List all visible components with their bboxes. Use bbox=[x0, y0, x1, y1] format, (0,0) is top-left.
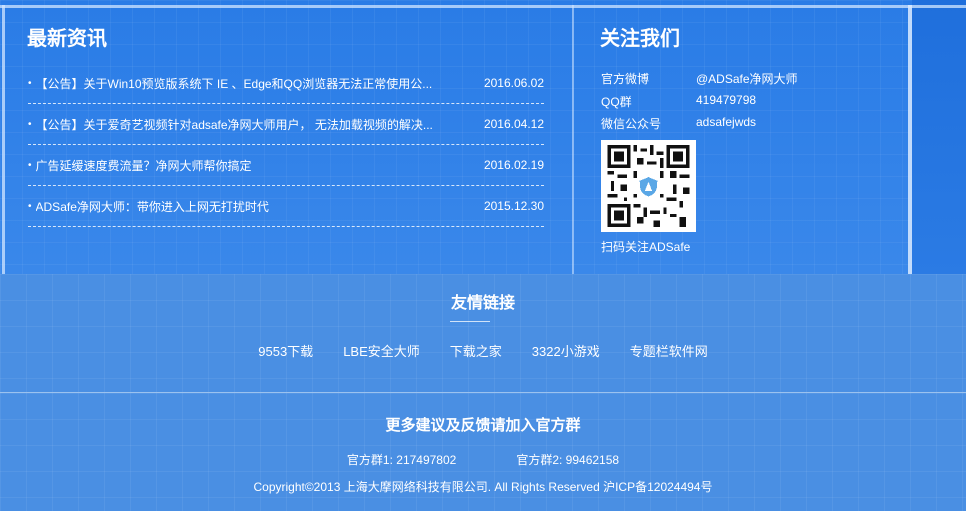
news-item[interactable]: • 【公告】关于Win10预览版系统下 IE 、Edge和QQ浏览器无法正常使用公… bbox=[28, 63, 544, 104]
friend-links-section: 友情链接 9553下载 LBE安全大师 下载之家 3322小游戏 专题栏软件网 bbox=[0, 274, 966, 392]
bullet-icon: • bbox=[28, 77, 32, 89]
friend-links-list: 9553下载 LBE安全大师 下载之家 3322小游戏 专题栏软件网 bbox=[0, 341, 966, 360]
news-item[interactable]: • ADSafe净网大师：带你进入上网无打扰时代 2015.12.30 bbox=[28, 186, 544, 227]
official-groups: 官方群1: 217497802 官方群2: 99462158 bbox=[0, 451, 966, 468]
weibo-label: 官方微博 bbox=[601, 72, 650, 86]
weibo-value[interactable]: @ADSafe净网大师 bbox=[696, 70, 798, 93]
friend-link[interactable]: 3322小游戏 bbox=[532, 341, 600, 360]
qr-code-image bbox=[601, 140, 696, 232]
friend-link[interactable]: LBE安全大师 bbox=[343, 341, 420, 360]
frame-top-line bbox=[0, 5, 966, 8]
news-item-date: 2016.04.12 bbox=[483, 117, 544, 131]
official-group-1: 官方群1: 217497802 bbox=[346, 453, 457, 467]
title-underline bbox=[450, 321, 490, 322]
frame-left-line bbox=[2, 5, 5, 274]
news-section-title: 最新资讯 bbox=[27, 28, 107, 50]
friend-link[interactable]: 下载之家 bbox=[450, 341, 502, 360]
contact-info: 官方微博 @ADSafe净网大师 QQ群 419479798 微信公众号 adsafe… bbox=[601, 70, 798, 138]
qq-group-label: QQ群 bbox=[601, 94, 632, 109]
bullet-icon: • bbox=[28, 118, 32, 130]
qq-group-value: 419479798 bbox=[696, 92, 757, 107]
news-item-date: 2016.06.02 bbox=[483, 76, 544, 90]
news-item[interactable]: • 广告延缓速度费流量？净网大师帮你搞定 2016.02.19 bbox=[28, 145, 544, 186]
bullet-icon: • bbox=[28, 159, 32, 171]
news-item[interactable]: • 【公告】关于爱奇艺视频针对adsafe净网大师用户， 无法加载视频的解决...… bbox=[28, 104, 544, 145]
news-item-date: 2015.12.30 bbox=[483, 199, 544, 213]
bullet-icon: • bbox=[28, 200, 32, 212]
copyright-text: Copyright©2013 上海大摩网络科技有限公司. All Rights … bbox=[253, 480, 713, 494]
qr-code-icon bbox=[607, 145, 690, 227]
footer-section: 更多建议及反馈请加入官方群 官方群1: 217497802 官方群2: 9946… bbox=[0, 393, 966, 511]
news-item-date: 2016.02.19 bbox=[483, 158, 544, 172]
friend-link[interactable]: 9553下载 bbox=[258, 341, 313, 360]
official-group-2: 官方群2: 99462158 bbox=[516, 453, 620, 467]
wechat-value: adsafejwds bbox=[696, 115, 757, 129]
frame-right-line bbox=[908, 5, 912, 274]
qr-caption: 扫码关注ADSafe bbox=[601, 240, 691, 254]
frame-middle-line bbox=[572, 5, 574, 274]
news-item-title[interactable]: ADSafe净网大师：带你进入上网无打扰时代 bbox=[36, 198, 269, 215]
friend-link[interactable]: 专题栏软件网 bbox=[630, 341, 708, 360]
news-item-title[interactable]: 【公告】关于Win10预览版系统下 IE 、Edge和QQ浏览器无法正常使用公.… bbox=[36, 75, 433, 92]
news-list: • 【公告】关于Win10预览版系统下 IE 、Edge和QQ浏览器无法正常使用公… bbox=[28, 63, 544, 227]
news-item-title[interactable]: 【公告】关于爱奇艺视频针对adsafe净网大师用户， 无法加载视频的解决... bbox=[36, 116, 433, 133]
friend-links-title: 友情链接 bbox=[450, 295, 515, 312]
right-edge-strip bbox=[912, 0, 966, 274]
follow-section-title: 关注我们 bbox=[600, 28, 680, 50]
wechat-label: 微信公众号 bbox=[601, 117, 662, 131]
feedback-heading: 更多建议及反馈请加入官方群 bbox=[385, 417, 581, 434]
news-item-title[interactable]: 广告延缓速度费流量？净网大师帮你搞定 bbox=[36, 157, 252, 174]
